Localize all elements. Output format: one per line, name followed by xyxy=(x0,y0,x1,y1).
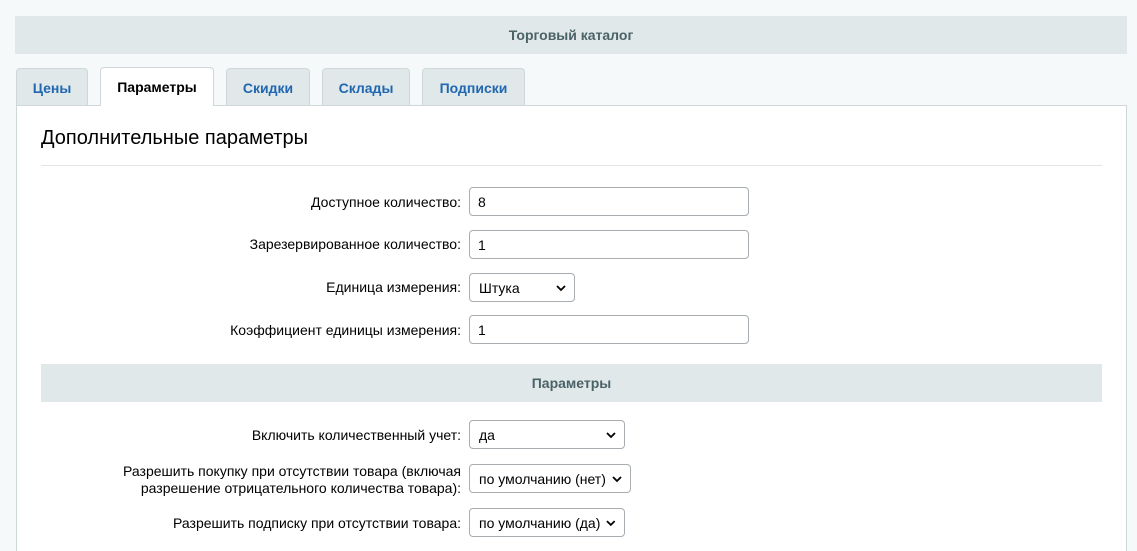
quantity-trace-label: Включить количественный учет: xyxy=(251,427,461,443)
available-quantity-input[interactable] xyxy=(469,187,749,216)
can-buy-zero-value: по умолчанию (нет) xyxy=(479,470,606,487)
section-title: Торговый каталог xyxy=(508,27,634,43)
unit-ratio-label: Коэффициент единицы измерения: xyxy=(230,322,461,338)
chevron-down-icon xyxy=(612,475,622,482)
reserved-quantity-label: Зарезервированное количество: xyxy=(249,236,461,252)
unit-select[interactable]: Штука xyxy=(469,273,575,302)
unit-label: Единица измерения: xyxy=(326,279,461,295)
can-buy-zero-label-line1: Разрешить покупку при отсутствии товара … xyxy=(123,463,461,479)
quantity-trace-value: да xyxy=(479,426,495,443)
tab-warehouses[interactable]: Склады xyxy=(322,68,410,106)
reserved-quantity-input[interactable] xyxy=(469,230,749,259)
subscribe-label: Разрешить подписку при отсутствии товара… xyxy=(173,515,461,531)
panel-title: Дополнительные параметры xyxy=(41,127,308,149)
parameters-subheader-title: Параметры xyxy=(531,375,612,391)
tab-subscriptions[interactable]: Подписки xyxy=(422,68,525,106)
section-header-trade-catalog: Торговый каталог xyxy=(15,16,1127,54)
can-buy-zero-label: Разрешить покупку при отсутствии товара … xyxy=(123,463,461,497)
chevron-down-icon xyxy=(606,519,616,526)
subscribe-value: по умолчанию (да) xyxy=(479,514,601,531)
quantity-trace-select[interactable]: да xyxy=(469,420,625,449)
unit-ratio-input[interactable] xyxy=(469,315,749,344)
tab-bar: Цены Параметры Скидки Склады Подписки xyxy=(16,67,537,106)
available-quantity-label: Доступное количество: xyxy=(311,194,461,210)
parameters-subheader: Параметры xyxy=(41,364,1102,402)
tab-discounts[interactable]: Скидки xyxy=(226,68,310,106)
chevron-down-icon xyxy=(556,284,566,291)
can-buy-zero-label-line2: разрешение отрицательного количества тов… xyxy=(140,480,461,496)
parameters-panel: Дополнительные параметры Доступное колич… xyxy=(16,105,1127,551)
catalog-page: Торговый каталог Цены Параметры Скидки С… xyxy=(0,0,1137,551)
subscribe-select[interactable]: по умолчанию (да) xyxy=(469,508,625,537)
can-buy-zero-select[interactable]: по умолчанию (нет) xyxy=(469,464,631,493)
tab-prices[interactable]: Цены xyxy=(16,68,88,106)
unit-select-value: Штука xyxy=(479,279,520,296)
tab-parameters[interactable]: Параметры xyxy=(100,67,214,106)
chevron-down-icon xyxy=(606,431,616,438)
title-divider xyxy=(41,165,1102,166)
